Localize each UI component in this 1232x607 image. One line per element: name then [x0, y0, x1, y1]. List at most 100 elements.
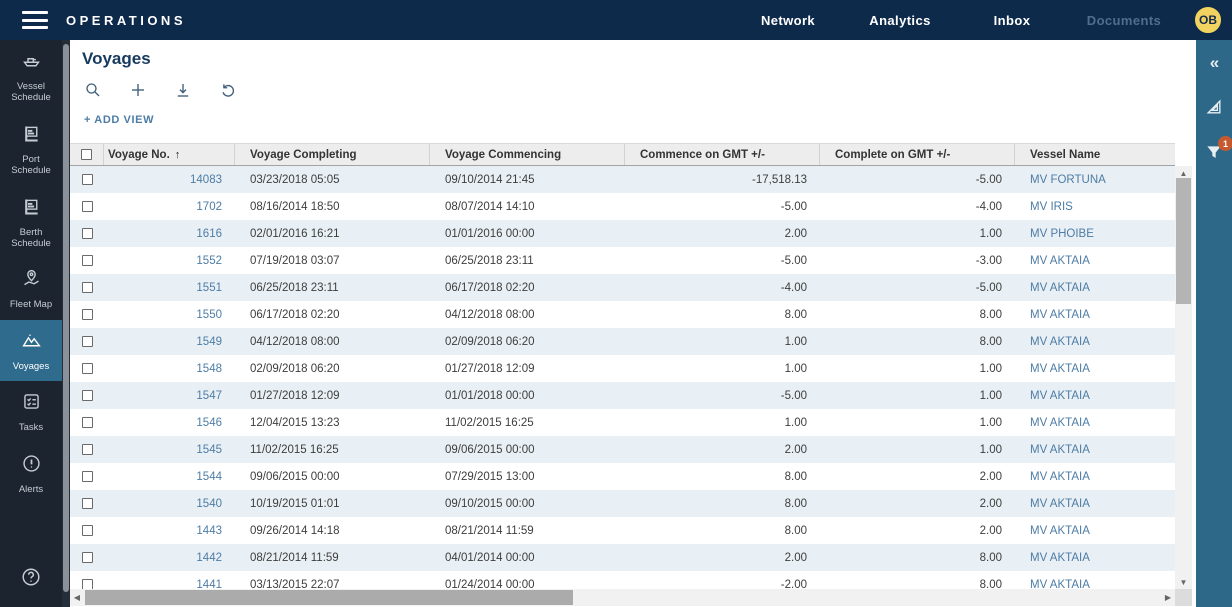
table-row[interactable]: 170208/16/2014 18:5008/07/2014 14:10-5.0… [70, 193, 1175, 220]
column-header-commence-gmt[interactable]: Commence on GMT +/- [625, 144, 820, 165]
table-row[interactable]: 144103/13/2015 22:0701/24/2014 00:00-2.0… [70, 571, 1175, 589]
reset-button[interactable] [219, 81, 237, 99]
row-checkbox[interactable] [82, 525, 93, 536]
vessel-name-link[interactable]: MV AKTAIA [1030, 255, 1090, 267]
sidebar-item-tasks[interactable]: Tasks [0, 381, 62, 442]
scroll-right-arrow[interactable]: ▶ [1161, 589, 1175, 606]
row-checkbox[interactable] [82, 363, 93, 374]
pointer-tool-button[interactable] [1201, 96, 1227, 122]
vessel-name-link[interactable]: MV AKTAIA [1030, 471, 1090, 483]
vessel-name-link[interactable]: MV AKTAIA [1030, 552, 1090, 564]
nav-network[interactable]: Network [732, 13, 844, 28]
table-row[interactable]: 154904/12/2018 08:0002/09/2018 06:201.00… [70, 328, 1175, 355]
vessel-name-link[interactable]: MV AKTAIA [1030, 525, 1090, 537]
row-checkbox[interactable] [82, 228, 93, 239]
column-header-vessel-name[interactable]: Vessel Name [1015, 144, 1175, 165]
column-header-voyage-commencing[interactable]: Voyage Commencing [430, 144, 625, 165]
download-button[interactable] [174, 81, 192, 99]
scroll-left-arrow[interactable]: ◀ [70, 589, 84, 606]
table-row[interactable]: 144208/21/2014 11:5904/01/2014 00:002.00… [70, 544, 1175, 571]
vessel-name-link[interactable]: MV AKTAIA [1030, 336, 1090, 348]
table-row[interactable]: 154511/02/2015 16:2509/06/2015 00:002.00… [70, 436, 1175, 463]
table-row[interactable]: 155207/19/2018 03:0706/25/2018 23:11-5.0… [70, 247, 1175, 274]
row-checkbox[interactable] [82, 390, 93, 401]
row-checkbox[interactable] [82, 498, 93, 509]
table-row[interactable]: 155106/25/2018 23:1106/17/2018 02:20-4.0… [70, 274, 1175, 301]
row-checkbox[interactable] [82, 255, 93, 266]
row-checkbox[interactable] [82, 336, 93, 347]
row-checkbox[interactable] [82, 579, 93, 589]
row-checkbox[interactable] [82, 309, 93, 320]
table-row[interactable]: 155006/17/2018 02:2004/12/2018 08:008.00… [70, 301, 1175, 328]
nav-documents[interactable]: Documents [1068, 13, 1180, 28]
add-button[interactable] [129, 81, 147, 99]
add-view-button[interactable]: + ADD VIEW [84, 114, 154, 126]
sidebar-item-alerts[interactable]: Alerts [0, 443, 62, 504]
voyage-no-link[interactable]: 1441 [196, 579, 222, 590]
select-all-checkbox[interactable] [81, 149, 92, 160]
horizontal-scrollbar-thumb[interactable] [85, 590, 573, 605]
voyage-no-link[interactable]: 1551 [196, 282, 222, 294]
table-row[interactable]: 154701/27/2018 12:0901/01/2018 00:00-5.0… [70, 382, 1175, 409]
vessel-name-link[interactable]: MV IRIS [1030, 201, 1073, 213]
table-row[interactable]: 154802/09/2018 06:2001/27/2018 12:091.00… [70, 355, 1175, 382]
row-checkbox[interactable] [82, 444, 93, 455]
filter-button[interactable]: 1 [1201, 142, 1227, 168]
row-checkbox[interactable] [82, 417, 93, 428]
sidebar-item-berth-schedule[interactable]: Berth Schedule [0, 186, 62, 259]
voyage-no-link[interactable]: 1442 [196, 552, 222, 564]
vessel-name-link[interactable]: MV AKTAIA [1030, 498, 1090, 510]
horizontal-scrollbar[interactable]: ◀ ▶ [70, 589, 1175, 606]
vessel-name-link[interactable]: MV AKTAIA [1030, 417, 1090, 429]
voyage-no-link[interactable]: 1443 [196, 525, 222, 537]
row-checkbox[interactable] [82, 174, 93, 185]
sidebar-item-fleet-map[interactable]: Fleet Map [0, 258, 62, 319]
collapse-panel-button[interactable]: « [1201, 50, 1227, 76]
voyage-no-link[interactable]: 1549 [196, 336, 222, 348]
vessel-name-link[interactable]: MV AKTAIA [1030, 579, 1090, 590]
nav-analytics[interactable]: Analytics [844, 13, 956, 28]
nav-inbox[interactable]: Inbox [956, 13, 1068, 28]
vessel-name-link[interactable]: MV PHOIBE [1030, 228, 1094, 240]
voyage-no-link[interactable]: 1702 [196, 201, 222, 213]
vessel-name-link[interactable]: MV FORTUNA [1030, 174, 1106, 186]
vessel-name-link[interactable]: MV AKTAIA [1030, 309, 1090, 321]
voyage-no-link[interactable]: 1550 [196, 309, 222, 321]
avatar[interactable]: OB [1193, 5, 1223, 35]
sidebar-item-voyages[interactable]: Voyages [0, 320, 62, 381]
vessel-name-link[interactable]: MV AKTAIA [1030, 282, 1090, 294]
voyage-no-link[interactable]: 1552 [196, 255, 222, 267]
voyage-no-link[interactable]: 1545 [196, 444, 222, 456]
row-checkbox[interactable] [82, 282, 93, 293]
table-row[interactable]: 154010/19/2015 01:0109/10/2015 00:008.00… [70, 490, 1175, 517]
sidebar-item-vessel-schedule[interactable]: Vessel Schedule [0, 40, 62, 113]
sidebar-item-port-schedule[interactable]: Port Schedule [0, 113, 62, 186]
voyage-no-link[interactable]: 1547 [196, 390, 222, 402]
column-header-voyage-completing[interactable]: Voyage Completing [235, 144, 430, 165]
row-checkbox[interactable] [82, 552, 93, 563]
table-row[interactable]: 154409/06/2015 00:0007/29/2015 13:008.00… [70, 463, 1175, 490]
voyage-no-link[interactable]: 14083 [190, 174, 222, 186]
scroll-down-arrow[interactable]: ▼ [1175, 575, 1192, 589]
search-button[interactable] [84, 81, 102, 99]
table-row[interactable]: 1408303/23/2018 05:0509/10/2014 21:45-17… [70, 166, 1175, 193]
sidebar-scrollbar[interactable] [62, 40, 70, 607]
table-row[interactable]: 144309/26/2014 14:1808/21/2014 11:598.00… [70, 517, 1175, 544]
voyage-no-link[interactable]: 1544 [196, 471, 222, 483]
vessel-name-link[interactable]: MV AKTAIA [1030, 363, 1090, 375]
vessel-name-link[interactable]: MV AKTAIA [1030, 444, 1090, 456]
voyage-no-link[interactable]: 1548 [196, 363, 222, 375]
column-header-complete-gmt[interactable]: Complete on GMT +/- [820, 144, 1015, 165]
table-row[interactable]: 154612/04/2015 13:2311/02/2015 16:251.00… [70, 409, 1175, 436]
table-row[interactable]: 161602/01/2016 16:2101/01/2016 00:002.00… [70, 220, 1175, 247]
sidebar-scrollbar-thumb[interactable] [63, 44, 69, 592]
vertical-scrollbar-thumb[interactable] [1176, 178, 1191, 304]
hamburger-menu-button[interactable] [22, 11, 48, 29]
row-checkbox[interactable] [82, 201, 93, 212]
row-checkbox[interactable] [82, 471, 93, 482]
voyage-no-link[interactable]: 1540 [196, 498, 222, 510]
vertical-scrollbar[interactable]: ▲ ▼ [1175, 166, 1192, 589]
voyage-no-link[interactable]: 1546 [196, 417, 222, 429]
help-button[interactable] [0, 566, 62, 593]
column-header-voyage-no[interactable]: Voyage No.↑ [104, 144, 235, 165]
